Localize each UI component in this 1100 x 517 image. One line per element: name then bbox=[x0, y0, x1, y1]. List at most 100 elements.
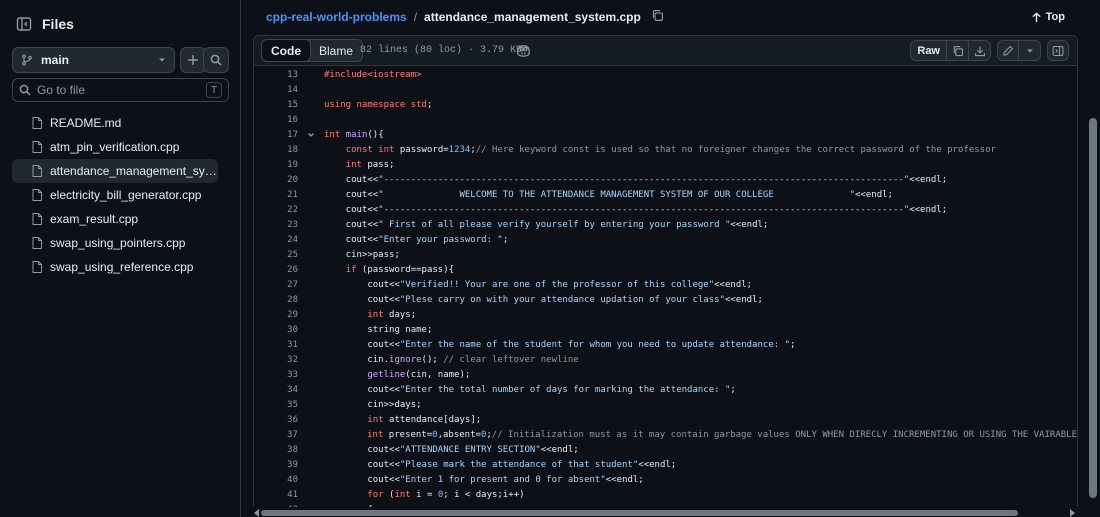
code-line: 29 int days; bbox=[254, 307, 1077, 322]
code-token: int bbox=[367, 429, 384, 440]
branch-name: main bbox=[41, 53, 70, 67]
line-content: #include<iostream> bbox=[324, 70, 422, 80]
code-line: 19 int pass; bbox=[254, 157, 1077, 172]
search-icon bbox=[210, 54, 222, 66]
horizontal-scroll-thumb[interactable] bbox=[261, 510, 1018, 516]
code-token: cout<< bbox=[324, 339, 400, 350]
line-number[interactable]: 34 bbox=[254, 385, 298, 395]
go-to-file-input[interactable]: Go to file T bbox=[12, 78, 229, 102]
symbols-panel-icon[interactable] bbox=[1047, 40, 1069, 61]
line-number[interactable]: 27 bbox=[254, 280, 298, 290]
line-number[interactable]: 33 bbox=[254, 370, 298, 380]
file-tree-item[interactable]: swap_using_pointers.cpp bbox=[12, 231, 218, 255]
line-number[interactable]: 25 bbox=[254, 250, 298, 260]
file-icon bbox=[32, 189, 42, 201]
code-line: 27 cout<<"Verified!! Your are one of the… bbox=[254, 277, 1077, 292]
code-token: cout<< bbox=[324, 444, 400, 455]
line-number[interactable]: 28 bbox=[254, 295, 298, 305]
file-tree-item[interactable]: atm_pin_verification.cpp bbox=[12, 135, 218, 159]
line-number[interactable]: 30 bbox=[254, 325, 298, 335]
copilot-icon[interactable] bbox=[516, 43, 531, 61]
search-icon bbox=[19, 84, 31, 96]
line-number[interactable]: 41 bbox=[254, 490, 298, 500]
code-token: (password==pass){ bbox=[356, 264, 455, 275]
code-token: int bbox=[394, 489, 411, 500]
code-line: 24 cout<<"Enter your password: "; bbox=[254, 232, 1077, 247]
line-number[interactable]: 31 bbox=[254, 340, 298, 350]
code-viewer: Code Blame 82 lines (80 loc) · 3.79 KB R… bbox=[253, 35, 1078, 517]
line-number[interactable]: 19 bbox=[254, 160, 298, 170]
scroll-left-icon[interactable] bbox=[254, 509, 260, 517]
collapse-sidebar-icon[interactable] bbox=[12, 12, 36, 36]
file-tree-item[interactable]: attendance_management_system... bbox=[12, 159, 218, 183]
line-number[interactable]: 32 bbox=[254, 355, 298, 365]
line-content: cout<<" First of all please verify yours… bbox=[324, 220, 769, 230]
line-number[interactable]: 21 bbox=[254, 190, 298, 200]
horizontal-scrollbar[interactable] bbox=[253, 507, 1078, 517]
line-number[interactable]: 26 bbox=[254, 265, 298, 275]
edit-pencil-icon[interactable] bbox=[997, 40, 1019, 61]
file-icon bbox=[32, 213, 42, 225]
edit-options-dropdown-icon[interactable] bbox=[1019, 40, 1041, 61]
download-icon[interactable] bbox=[969, 40, 991, 61]
code-line: 16 bbox=[254, 112, 1077, 127]
tab-blame[interactable]: Blame bbox=[310, 40, 362, 61]
git-branch-icon bbox=[22, 54, 32, 66]
vertical-scroll-thumb[interactable] bbox=[1089, 118, 1097, 498]
line-content: using namespace std; bbox=[324, 100, 432, 110]
line-number[interactable]: 14 bbox=[254, 85, 298, 95]
fold-chevron-icon[interactable] bbox=[298, 131, 324, 139]
line-number[interactable]: 36 bbox=[254, 415, 298, 425]
file-tree-item[interactable]: electricity_bill_generator.cpp bbox=[12, 183, 218, 207]
code-token: cout<< bbox=[324, 279, 400, 290]
breadcrumb-repo-link[interactable]: cpp-real-world-problems bbox=[266, 10, 407, 24]
line-content: for (int i = 0; i < days;i++) bbox=[324, 489, 525, 500]
line-number[interactable]: 18 bbox=[254, 145, 298, 155]
file-tree-item[interactable]: exam_result.cpp bbox=[12, 207, 218, 231]
line-number[interactable]: 17 bbox=[254, 130, 298, 140]
code-token: cout<< bbox=[324, 459, 400, 470]
code-token: "---------------------------------------… bbox=[378, 174, 910, 185]
line-number[interactable]: 22 bbox=[254, 205, 298, 215]
line-number[interactable]: 40 bbox=[254, 475, 298, 485]
code-line: 38 cout<<"ATTENDANCE ENTRY SECTION"<<end… bbox=[254, 442, 1077, 457]
code-token: ignore bbox=[389, 354, 422, 365]
raw-button[interactable]: Raw bbox=[910, 40, 947, 61]
code-token: ; bbox=[502, 234, 509, 245]
line-number[interactable]: 16 bbox=[254, 115, 298, 125]
line-number[interactable]: 37 bbox=[254, 430, 298, 440]
line-content: cout<<"Plese carry on with your attendan… bbox=[324, 295, 763, 305]
scroll-right-icon[interactable] bbox=[1069, 509, 1075, 517]
branch-selector[interactable]: main bbox=[12, 47, 175, 73]
line-number[interactable]: 13 bbox=[254, 70, 298, 80]
vertical-scrollbar[interactable] bbox=[1082, 0, 1100, 517]
line-number[interactable]: 15 bbox=[254, 100, 298, 110]
file-name: electricity_bill_generator.cpp bbox=[50, 188, 202, 202]
line-number[interactable]: 39 bbox=[254, 460, 298, 470]
code-token: string name; bbox=[324, 324, 433, 335]
line-content: cin>>pass; bbox=[324, 250, 400, 260]
file-icon bbox=[32, 165, 42, 177]
file-tree-item[interactable]: swap_using_reference.cpp bbox=[12, 255, 218, 279]
code-line: 30 string name; bbox=[254, 322, 1077, 337]
tab-code[interactable]: Code bbox=[261, 39, 311, 62]
code-token: <<endl; bbox=[605, 474, 644, 485]
file-viewer-pane: cpp-real-world-problems / attendance_man… bbox=[241, 0, 1100, 517]
copy-raw-icon[interactable] bbox=[947, 40, 969, 61]
line-number[interactable]: 20 bbox=[254, 175, 298, 185]
line-content: int main(){ bbox=[324, 130, 384, 140]
line-number[interactable]: 35 bbox=[254, 400, 298, 410]
line-number[interactable]: 29 bbox=[254, 310, 298, 320]
back-to-top-button[interactable]: Top bbox=[1031, 8, 1065, 26]
code-token: std bbox=[410, 99, 427, 110]
copy-path-icon[interactable] bbox=[651, 9, 664, 25]
line-number[interactable]: 38 bbox=[254, 445, 298, 455]
code-line: 41 for (int i = 0; i < days;i++) bbox=[254, 487, 1077, 502]
line-number[interactable]: 23 bbox=[254, 220, 298, 230]
line-number[interactable]: 24 bbox=[254, 235, 298, 245]
code-line: 17 int main(){ bbox=[254, 127, 1077, 142]
search-files-button[interactable] bbox=[203, 47, 229, 73]
file-tree-item[interactable]: README.md bbox=[12, 111, 218, 135]
code-token: ; i < days;i++) bbox=[443, 489, 525, 500]
